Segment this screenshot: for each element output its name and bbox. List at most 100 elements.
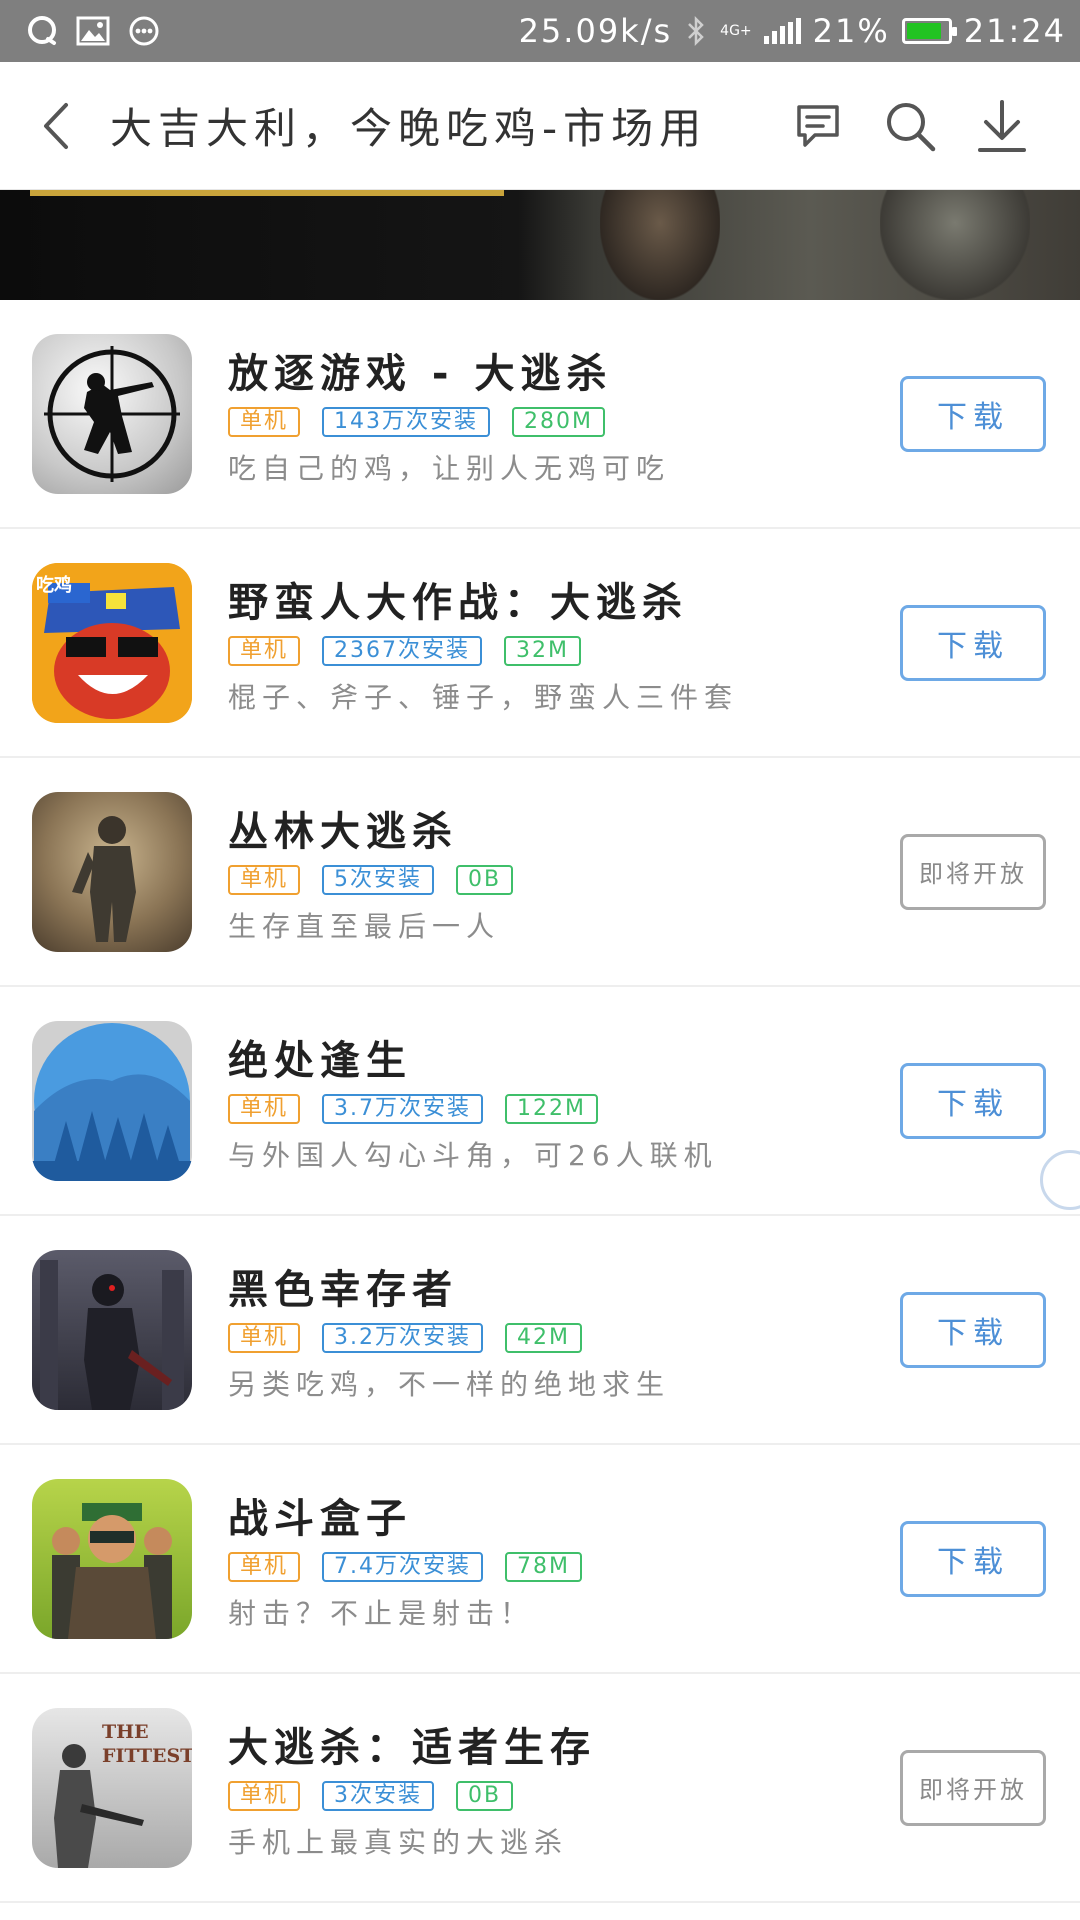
app-name: 丛林大逃杀 bbox=[228, 808, 458, 855]
type-tag: 单机 bbox=[228, 1780, 301, 1811]
download-icon bbox=[978, 99, 1026, 152]
type-tag: 单机 bbox=[228, 1093, 301, 1124]
notification-icons bbox=[26, 15, 160, 47]
app-name: 战斗盒子 bbox=[228, 1495, 412, 1542]
app-info: 黑色幸存者 单机 3.2万次安装 42M 另类吃鸡，不一样的绝地求生 bbox=[228, 1257, 900, 1403]
app-icon-jungle-soldier bbox=[32, 791, 192, 952]
app-description: 射击？不止是射击！ bbox=[228, 1596, 535, 1630]
app-tags: 单机 7.4万次安装 78M bbox=[228, 1551, 900, 1582]
app-description: 与外国人勾心斗角，可26人联机 bbox=[228, 1138, 718, 1172]
soldier-icon bbox=[72, 815, 136, 942]
app-tags: 单机 2367次安装 32M bbox=[228, 635, 900, 666]
app-header: 大吉大利，今晚吃鸡-市场用 bbox=[0, 62, 1080, 190]
list-item[interactable]: 放逐游戏 - 大逃杀 单机 143万次安装 280M 吃自己的鸡，让别人无鸡可吃… bbox=[0, 300, 1080, 529]
app-info: 绝处逢生 单机 3.7万次安装 122M 与外国人勾心斗角，可26人联机 bbox=[228, 1028, 900, 1174]
system-status: 25.09k/s 4G+ 21% 21:24 bbox=[519, 12, 1066, 50]
header-actions bbox=[790, 98, 1080, 154]
coming-soon-button[interactable]: 即将开放 bbox=[900, 1749, 1046, 1826]
bluetooth-icon bbox=[688, 15, 704, 47]
size-tag: 32M bbox=[504, 635, 581, 666]
more-notification-icon bbox=[129, 16, 159, 46]
network-speed: 25.09k/s bbox=[518, 12, 673, 50]
list-item[interactable]: THE FITTEST 大逃杀：适者生存 单机 3次安装 0B 手机上最真实的大… bbox=[0, 1674, 1080, 1903]
network-type: 4G+ bbox=[720, 23, 752, 39]
app-icon-barbarian: 吃鸡 bbox=[32, 562, 192, 723]
size-tag: 0B bbox=[456, 1780, 514, 1811]
comment-button[interactable] bbox=[790, 98, 846, 154]
list-item[interactable]: 丛林大逃杀 单机 5次安装 0B 生存直至最后一人 即将开放 bbox=[0, 758, 1080, 987]
size-tag: 122M bbox=[505, 1093, 598, 1124]
soldiers-icon bbox=[52, 1502, 172, 1639]
app-description: 生存直至最后一人 bbox=[228, 909, 501, 943]
installs-tag: 7.4万次安装 bbox=[322, 1551, 484, 1582]
banner-figure bbox=[600, 190, 720, 300]
status-bar: 25.09k/s 4G+ 21% 21:24 bbox=[0, 0, 1080, 62]
list-item[interactable]: 吃鸡 野蛮人大作战：大逃杀 单机 2367次安装 32M 棍子、斧子、锤子，野蛮… bbox=[0, 529, 1080, 758]
comment-icon bbox=[797, 104, 839, 147]
gallery-notification-icon bbox=[76, 16, 110, 46]
download-button[interactable]: 下载 bbox=[900, 1291, 1046, 1368]
installs-tag: 3.2万次安装 bbox=[322, 1322, 484, 1353]
banner-figure bbox=[880, 190, 1030, 300]
chevron-left-icon bbox=[44, 102, 68, 149]
app-name: 黑色幸存者 bbox=[228, 1266, 458, 1313]
download-button[interactable]: 下载 bbox=[900, 604, 1046, 681]
download-button[interactable]: 下载 bbox=[900, 1062, 1046, 1139]
app-icon-the-fittest: THE FITTEST bbox=[32, 1707, 192, 1868]
battery-percent: 21% bbox=[812, 12, 890, 50]
coming-soon-button[interactable]: 即将开放 bbox=[900, 833, 1046, 910]
app-info: 放逐游戏 - 大逃杀 单机 143万次安装 280M 吃自己的鸡，让别人无鸡可吃 bbox=[228, 341, 900, 487]
icon-text: THE FITTEST bbox=[102, 1720, 192, 1767]
type-tag: 单机 bbox=[228, 1551, 301, 1582]
app-tags: 单机 3.2万次安装 42M bbox=[228, 1322, 900, 1353]
search-button[interactable] bbox=[882, 98, 938, 154]
list-item[interactable]: 绝处逢生 单机 3.7万次安装 122M 与外国人勾心斗角，可26人联机 下载 bbox=[0, 987, 1080, 1216]
app-description: 手机上最真实的大逃杀 bbox=[228, 1825, 569, 1859]
installs-tag: 143万次安装 bbox=[322, 406, 491, 437]
app-tags: 单机 143万次安装 280M bbox=[228, 406, 900, 437]
app-description: 棍子、斧子、锤子，野蛮人三件套 bbox=[228, 680, 739, 714]
app-name: 绝处逢生 bbox=[228, 1037, 412, 1084]
promo-banner[interactable] bbox=[0, 190, 1080, 300]
installs-tag: 2367次安装 bbox=[322, 635, 483, 666]
app-name: 野蛮人大作战：大逃杀 bbox=[228, 579, 688, 626]
app-info: 战斗盒子 单机 7.4万次安装 78M 射击？不止是射击！ bbox=[228, 1486, 900, 1632]
app-icon-forest bbox=[32, 1020, 192, 1181]
app-list: 放逐游戏 - 大逃杀 单机 143万次安装 280M 吃自己的鸡，让别人无鸡可吃… bbox=[0, 300, 1080, 1903]
app-icon-dark-survivor bbox=[32, 1249, 192, 1410]
app-tags: 单机 3次安装 0B bbox=[228, 1780, 900, 1811]
app-icon-sniper bbox=[32, 333, 192, 494]
size-tag: 0B bbox=[456, 864, 514, 895]
signal-icon bbox=[763, 18, 801, 44]
type-tag: 单机 bbox=[228, 635, 301, 666]
type-tag: 单机 bbox=[228, 864, 301, 895]
qq-notification-icon bbox=[28, 16, 56, 45]
size-tag: 78M bbox=[505, 1551, 582, 1582]
download-button[interactable]: 下载 bbox=[900, 375, 1046, 452]
page-title: 大吉大利，今晚吃鸡-市场用 bbox=[110, 104, 708, 153]
size-tag: 280M bbox=[512, 406, 605, 437]
download-button[interactable]: 下载 bbox=[900, 1520, 1046, 1597]
crosshair-icon bbox=[44, 345, 180, 482]
app-description: 吃自己的鸡，让别人无鸡可吃 bbox=[228, 451, 671, 485]
battery-icon bbox=[901, 18, 957, 44]
search-icon bbox=[887, 102, 936, 151]
back-button[interactable] bbox=[0, 62, 110, 190]
app-description: 另类吃鸡，不一样的绝地求生 bbox=[228, 1367, 671, 1401]
app-info: 大逃杀：适者生存 单机 3次安装 0B 手机上最真实的大逃杀 bbox=[228, 1715, 900, 1861]
type-tag: 单机 bbox=[228, 1322, 301, 1353]
app-tags: 单机 3.7万次安装 122M bbox=[228, 1093, 900, 1124]
list-item[interactable]: 战斗盒子 单机 7.4万次安装 78M 射击？不止是射击！ 下载 bbox=[0, 1445, 1080, 1674]
battery-level bbox=[906, 23, 941, 39]
installs-tag: 3次安装 bbox=[322, 1780, 435, 1811]
app-name: 大逃杀：适者生存 bbox=[228, 1724, 596, 1771]
icon-badge: 吃鸡 bbox=[36, 574, 72, 596]
list-item[interactable]: 黑色幸存者 单机 3.2万次安装 42M 另类吃鸡，不一样的绝地求生 下载 bbox=[0, 1216, 1080, 1445]
download-manager-button[interactable] bbox=[974, 98, 1030, 154]
app-icon-battle-box bbox=[32, 1478, 192, 1639]
type-tag: 单机 bbox=[228, 406, 301, 437]
app-info: 野蛮人大作战：大逃杀 单机 2367次安装 32M 棍子、斧子、锤子，野蛮人三件… bbox=[228, 570, 900, 716]
app-info: 丛林大逃杀 单机 5次安装 0B 生存直至最后一人 bbox=[228, 799, 900, 945]
forest-icon bbox=[32, 1022, 192, 1181]
banner-frame bbox=[30, 190, 504, 196]
